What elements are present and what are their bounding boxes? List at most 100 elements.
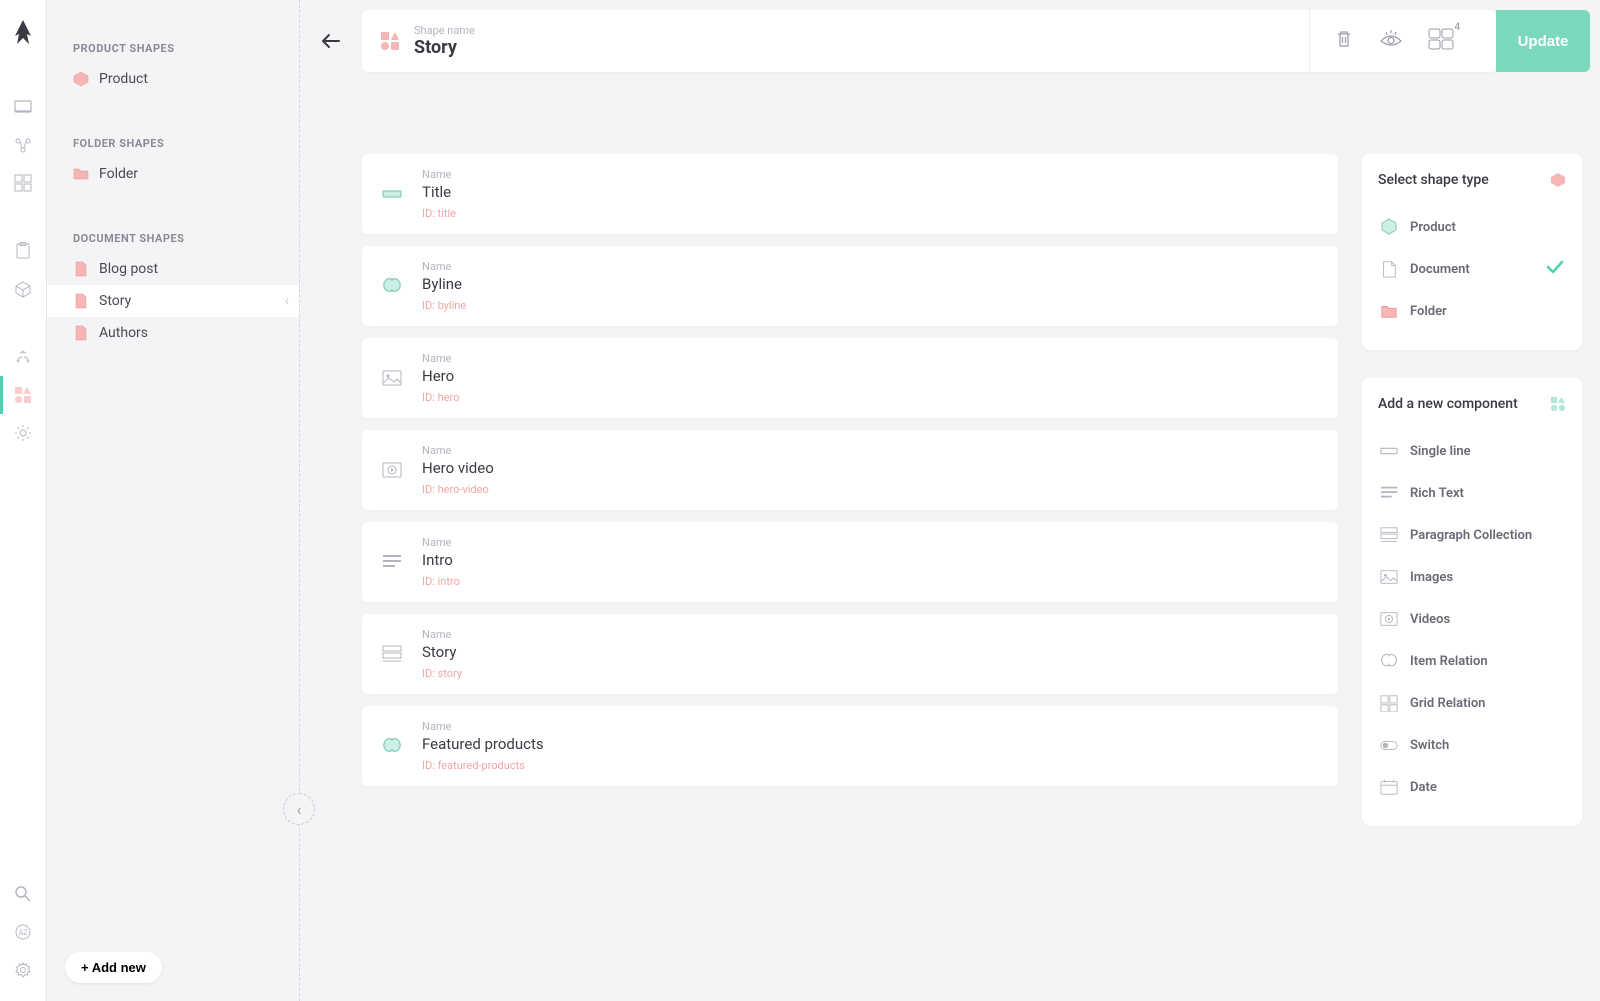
date-icon: [1380, 778, 1398, 796]
relation-icon: [380, 734, 404, 758]
shape-type-option-document[interactable]: Document: [1378, 248, 1566, 290]
component-eyebrow: Name: [422, 352, 459, 365]
collapse-sidebar-button[interactable]: ‹: [283, 793, 315, 825]
relation-icon: [1380, 652, 1398, 670]
rail-clipboard[interactable]: [0, 232, 47, 270]
sidebar-section-product-shapes: PRODUCT SHAPES: [47, 30, 299, 63]
component-eyebrow: Name: [422, 720, 544, 733]
add-component-option-date[interactable]: Date: [1378, 766, 1566, 808]
chevron-left-icon: ‹: [285, 293, 289, 309]
panel-title: Add a new component: [1378, 396, 1518, 412]
option-label: Switch: [1410, 738, 1449, 753]
product-icon: [1380, 218, 1398, 236]
rail-grid[interactable]: [0, 164, 47, 202]
component-name: Featured products: [422, 735, 544, 753]
add-component-option-relation[interactable]: Item Relation: [1378, 640, 1566, 682]
component-card[interactable]: Name Hero video ID: hero-video: [362, 430, 1338, 510]
rail-catalog[interactable]: [0, 88, 47, 126]
shape-type-panel: Select shape type Product Document Folde…: [1362, 154, 1582, 350]
shape-type-option-product[interactable]: Product: [1378, 206, 1566, 248]
option-label: Folder: [1410, 304, 1447, 319]
back-button[interactable]: [300, 0, 362, 82]
add-component-option-videos[interactable]: Videos: [1378, 598, 1566, 640]
product-icon: [73, 71, 89, 87]
option-label: Images: [1410, 570, 1453, 585]
shape-type-option-folder[interactable]: Folder: [1378, 290, 1566, 332]
component-name: Hero: [422, 367, 459, 385]
switch-icon: [1380, 736, 1398, 754]
sidebar-item-blog-post[interactable]: Blog post: [47, 253, 299, 285]
add-component-option-paragraph-collection[interactable]: Paragraph Collection: [1378, 514, 1566, 556]
translations-count: 4: [1454, 22, 1460, 33]
paragraph-collection-icon: [1380, 526, 1398, 544]
add-component-option-rich-text[interactable]: Rich Text: [1378, 472, 1566, 514]
option-label: Document: [1410, 262, 1470, 277]
component-id: ID: story: [422, 667, 462, 680]
option-label: Item Relation: [1410, 654, 1488, 669]
single-line-icon: [1380, 442, 1398, 460]
component-name: Byline: [422, 275, 466, 293]
component-card[interactable]: Name Byline ID: byline: [362, 246, 1338, 326]
component-card[interactable]: Name Intro ID: intro: [362, 522, 1338, 602]
sidebar-item-story[interactable]: Story ‹: [47, 285, 299, 317]
translations-button[interactable]: 4: [1428, 28, 1454, 54]
option-label: Single line: [1410, 444, 1471, 459]
videos-icon: [380, 458, 404, 482]
component-eyebrow: Name: [422, 444, 494, 457]
relation-icon: [380, 274, 404, 298]
component-card[interactable]: Name Hero ID: hero: [362, 338, 1338, 418]
component-eyebrow: Name: [422, 260, 466, 273]
shape-badge-icon: [1550, 172, 1566, 188]
sidebar-section-folder-shapes: FOLDER SHAPES: [47, 125, 299, 158]
rail-box[interactable]: [0, 270, 47, 308]
delete-button[interactable]: [1334, 29, 1354, 53]
rail-shapes[interactable]: [0, 376, 47, 414]
folder-icon: [1380, 302, 1398, 320]
document-icon: [1380, 260, 1398, 278]
component-eyebrow: Name: [422, 628, 462, 641]
rail-cog[interactable]: [0, 951, 47, 989]
component-name: Intro: [422, 551, 460, 569]
shapes-icon: [380, 31, 400, 51]
component-id: ID: featured-products: [422, 759, 544, 772]
logo-icon: [11, 20, 35, 48]
add-new-button[interactable]: + Add new: [65, 952, 162, 983]
components-list: Name Title ID: title Name Byline ID: byl…: [362, 154, 1338, 1001]
rail-settings[interactable]: [0, 414, 47, 452]
rail-webhook[interactable]: [0, 338, 47, 376]
check-icon: [1546, 260, 1564, 278]
rail-graph[interactable]: [0, 126, 47, 164]
add-component-option-switch[interactable]: Switch: [1378, 724, 1566, 766]
component-card[interactable]: Name Story ID: story: [362, 614, 1338, 694]
rail-search[interactable]: [0, 875, 47, 913]
sidebar-item-authors[interactable]: Authors: [47, 317, 299, 349]
sidebar-item-label: Authors: [99, 325, 148, 341]
rich-text-icon: [1380, 484, 1398, 502]
add-component-option-grid-relation[interactable]: Grid Relation: [1378, 682, 1566, 724]
rail-language[interactable]: AZ: [0, 913, 47, 951]
title-card: Shape name Story 4: [362, 10, 1496, 72]
component-name: Title: [422, 183, 456, 201]
arrow-left-icon: [319, 29, 343, 53]
add-component-option-images[interactable]: Images: [1378, 556, 1566, 598]
component-id: ID: intro: [422, 575, 460, 588]
option-label: Product: [1410, 220, 1456, 235]
sidebar-item-folder[interactable]: Folder: [47, 158, 299, 190]
images-icon: [1380, 568, 1398, 586]
right-column: Select shape type Product Document Folde…: [1362, 154, 1582, 1001]
sidebar-item-product[interactable]: Product: [47, 63, 299, 95]
svg-text:AZ: AZ: [19, 929, 28, 937]
component-id: ID: hero: [422, 391, 459, 404]
add-component-option-single-line[interactable]: Single line: [1378, 430, 1566, 472]
shape-name: Story: [414, 37, 475, 58]
component-card[interactable]: Name Featured products ID: featured-prod…: [362, 706, 1338, 786]
sidebar-item-label: Blog post: [99, 261, 158, 277]
icon-rail: AZ: [0, 0, 47, 1001]
panel-title: Select shape type: [1378, 172, 1489, 188]
component-card[interactable]: Name Title ID: title: [362, 154, 1338, 234]
sidebar: PRODUCT SHAPES Product FOLDER SHAPES Fol…: [47, 0, 300, 1001]
update-button[interactable]: Update: [1496, 10, 1590, 72]
content: Name Title ID: title Name Byline ID: byl…: [300, 82, 1600, 1001]
component-eyebrow: Name: [422, 536, 460, 549]
preview-button[interactable]: [1380, 29, 1402, 53]
